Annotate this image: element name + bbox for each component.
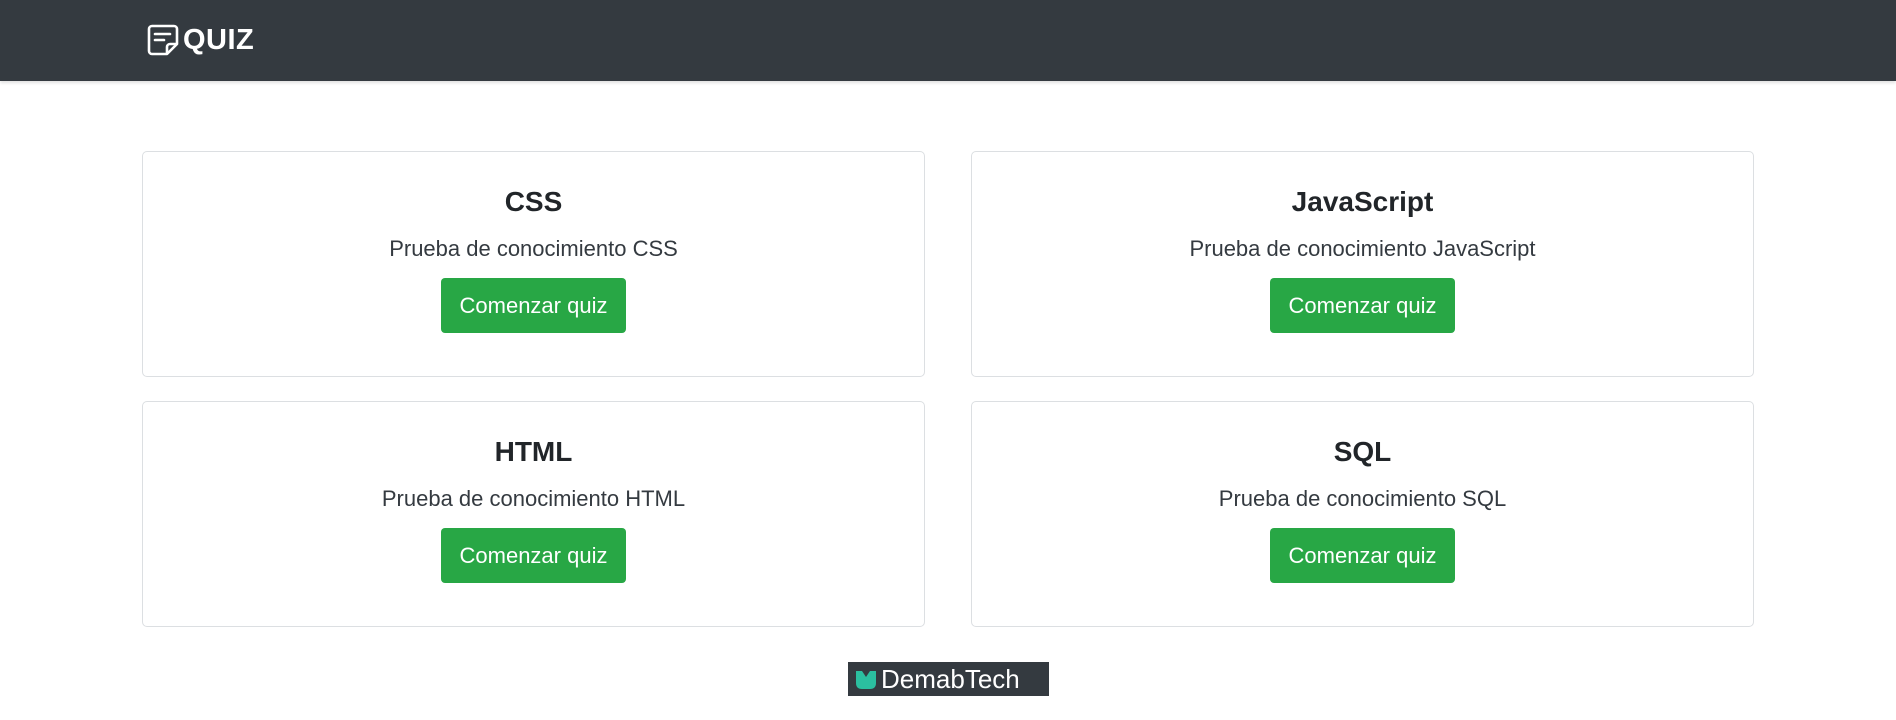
demabtech-logo[interactable]: DemabTech (848, 662, 1049, 696)
quiz-note-icon (147, 24, 179, 56)
card-description: Prueba de conocimiento JavaScript (1189, 236, 1536, 261)
brand-link[interactable]: QUIZ (146, 23, 254, 57)
card-title: SQL (1333, 436, 1392, 467)
card-description: Prueba de conocimiento CSS (389, 236, 678, 261)
quiz-card-css: CSS Prueba de conocimiento CSS Comenzar … (142, 151, 925, 377)
brand-label: QUIZ (183, 24, 255, 56)
card-title: CSS (504, 186, 563, 217)
card-description: Prueba de conocimiento HTML (381, 486, 686, 511)
navbar: QUIZ (0, 0, 1896, 81)
quiz-card-javascript: JavaScript Prueba de conocimiento JavaSc… (971, 151, 1754, 377)
start-quiz-button[interactable]: Comenzar quiz (440, 278, 627, 333)
quiz-card-sql: SQL Prueba de conocimiento SQL Comenzar … (971, 401, 1754, 627)
start-quiz-button[interactable]: Comenzar quiz (440, 528, 627, 583)
start-quiz-button[interactable]: Comenzar quiz (1269, 278, 1456, 333)
quiz-card-html: HTML Prueba de conocimiento HTML Comenza… (142, 401, 925, 627)
card-title: HTML (494, 436, 573, 467)
card-description: Prueba de conocimiento SQL (1218, 486, 1507, 511)
demabtech-logo-icon (856, 671, 876, 689)
footer-logo-text: DemabTech (881, 664, 1020, 694)
card-title: JavaScript (1291, 186, 1434, 217)
quiz-grid: CSS Prueba de conocimiento CSS Comenzar … (142, 151, 1754, 627)
start-quiz-button[interactable]: Comenzar quiz (1269, 528, 1456, 583)
